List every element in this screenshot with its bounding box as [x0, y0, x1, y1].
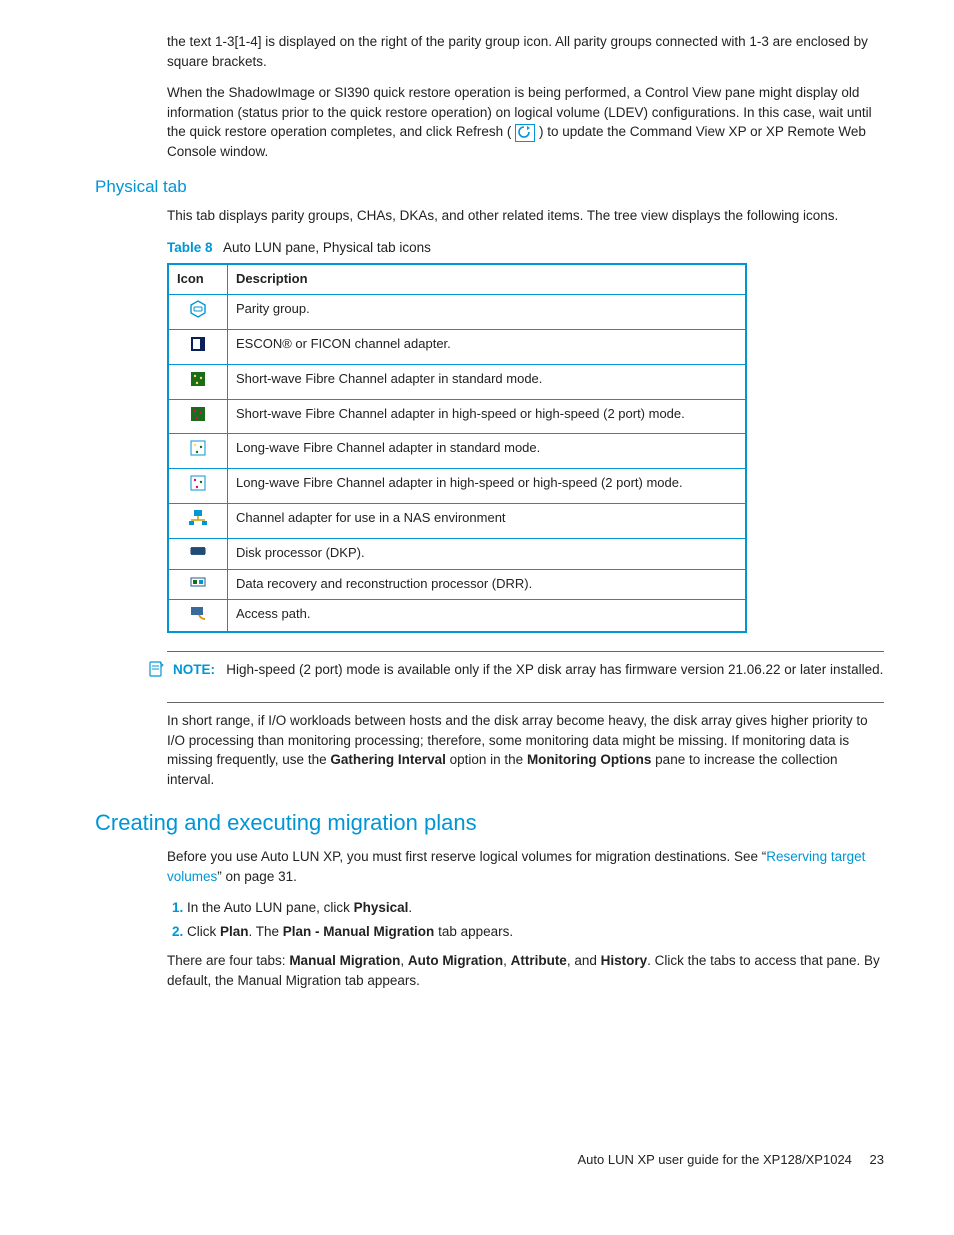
- table-row: Data recovery and reconstruction process…: [168, 569, 746, 599]
- refresh-icon: [515, 124, 535, 142]
- creating-lead: Before you use Auto LUN XP, you must fir…: [167, 847, 884, 886]
- intro-p1: the text 1-3[1-4] is displayed on the ri…: [167, 32, 884, 71]
- note-block: NOTE: High-speed (2 port) mode is availa…: [147, 660, 884, 684]
- table-row: Short-wave Fibre Channel adapter in high…: [168, 399, 746, 434]
- heading-physical-tab: Physical tab: [95, 175, 884, 200]
- disk-processor-icon: [189, 544, 207, 558]
- steps-list: In the Auto LUN pane, click Physical. Cl…: [167, 898, 884, 941]
- longwave-fc-highspeed-icon: [189, 474, 207, 492]
- divider: [167, 702, 884, 703]
- nas-channel-adapter-icon: [188, 509, 208, 527]
- heading-creating-plans: Creating and executing migration plans: [95, 807, 884, 839]
- shortwave-fc-standard-icon: [189, 370, 207, 388]
- table-row: Long-wave Fibre Channel adapter in high-…: [168, 469, 746, 504]
- table-row: Channel adapter for use in a NAS environ…: [168, 504, 746, 539]
- step-2: Click Plan. The Plan - Manual Migration …: [187, 922, 884, 942]
- step-1: In the Auto LUN pane, click Physical.: [187, 898, 884, 918]
- table-row: Parity group.: [168, 294, 746, 329]
- table-row: Disk processor (DKP).: [168, 538, 746, 569]
- escon-adapter-icon: [189, 335, 207, 353]
- th-description: Description: [228, 264, 747, 294]
- creating-tail: There are four tabs: Manual Migration, A…: [167, 951, 884, 990]
- intro-p2: When the ShadowImage or SI390 quick rest…: [167, 83, 884, 161]
- after-note-p: In short range, if I/O workloads between…: [167, 711, 884, 789]
- physical-tab-icons-table: Icon Description Parity group. ESCON® or…: [167, 263, 747, 633]
- parity-group-icon: [189, 300, 207, 318]
- physical-lead: This tab displays parity groups, CHAs, D…: [167, 206, 884, 226]
- table-row: ESCON® or FICON channel adapter.: [168, 329, 746, 364]
- access-path-icon: [189, 605, 207, 621]
- drr-processor-icon: [189, 576, 207, 588]
- table-row: Access path.: [168, 599, 746, 632]
- page-footer: Auto LUN XP user guide for the XP128/XP1…: [95, 1151, 884, 1170]
- table-row: Long-wave Fibre Channel adapter in stand…: [168, 434, 746, 469]
- longwave-fc-standard-icon: [189, 439, 207, 457]
- table-caption: Table 8 Auto LUN pane, Physical tab icon…: [167, 238, 884, 258]
- note-icon: [147, 660, 165, 678]
- table-row: Short-wave Fibre Channel adapter in stan…: [168, 364, 746, 399]
- divider: [167, 651, 884, 652]
- th-icon: Icon: [168, 264, 228, 294]
- shortwave-fc-highspeed-icon: [189, 405, 207, 423]
